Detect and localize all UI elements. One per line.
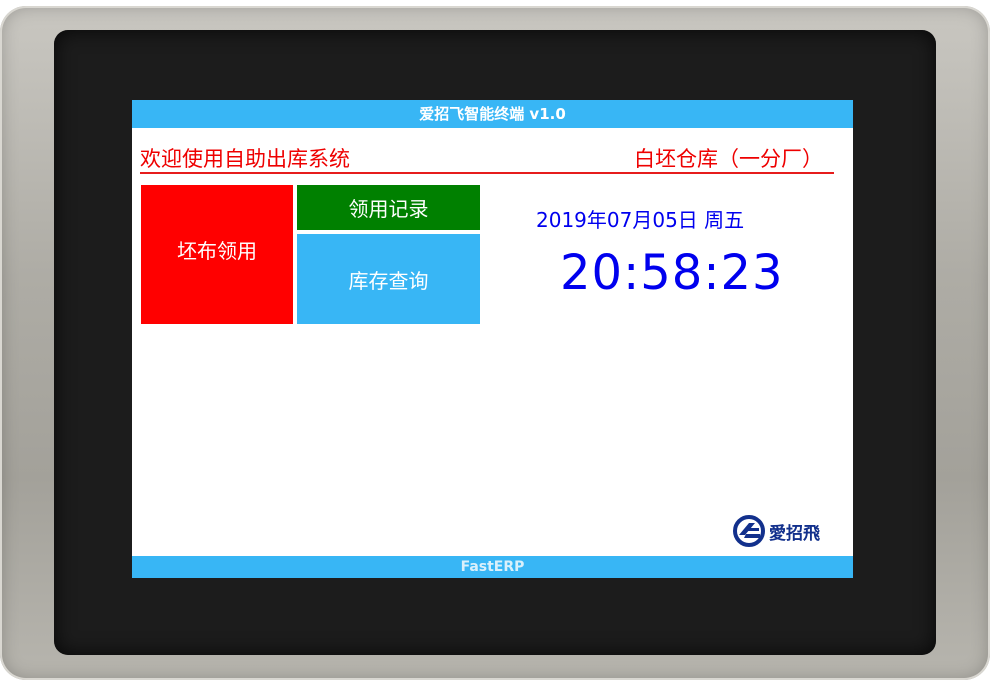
welcome-text: 欢迎使用自助出库系统 [140,147,350,171]
warehouse-name: 白坯仓库（一分厂） [634,147,823,171]
terminal-screen: 爱招飞智能终端 v1.0 欢迎使用自助出库系统 白坯仓库（一分厂） 坯布领用 领… [132,100,853,578]
issue-records-button[interactable]: 领用记录 [297,185,480,230]
logo-text: 愛招飛 [769,523,820,544]
footer-bar: FastERP [132,556,853,578]
title-bar: 爱招飞智能终端 v1.0 [132,100,853,128]
inventory-query-button[interactable]: 库存查询 [297,234,480,324]
current-date: 2019年07月05日 周五 [536,208,745,232]
fabric-issue-label: 坯布领用 [177,239,257,263]
brand-logo: 愛招飛 [733,514,820,548]
fabric-issue-button[interactable]: 坯布领用 [141,185,293,324]
aizhaofei-logo-icon [733,515,765,547]
issue-records-label: 领用记录 [348,197,429,221]
header-divider [140,172,834,174]
current-time: 20:58:23 [560,245,784,301]
inventory-query-label: 库存查询 [348,268,429,293]
